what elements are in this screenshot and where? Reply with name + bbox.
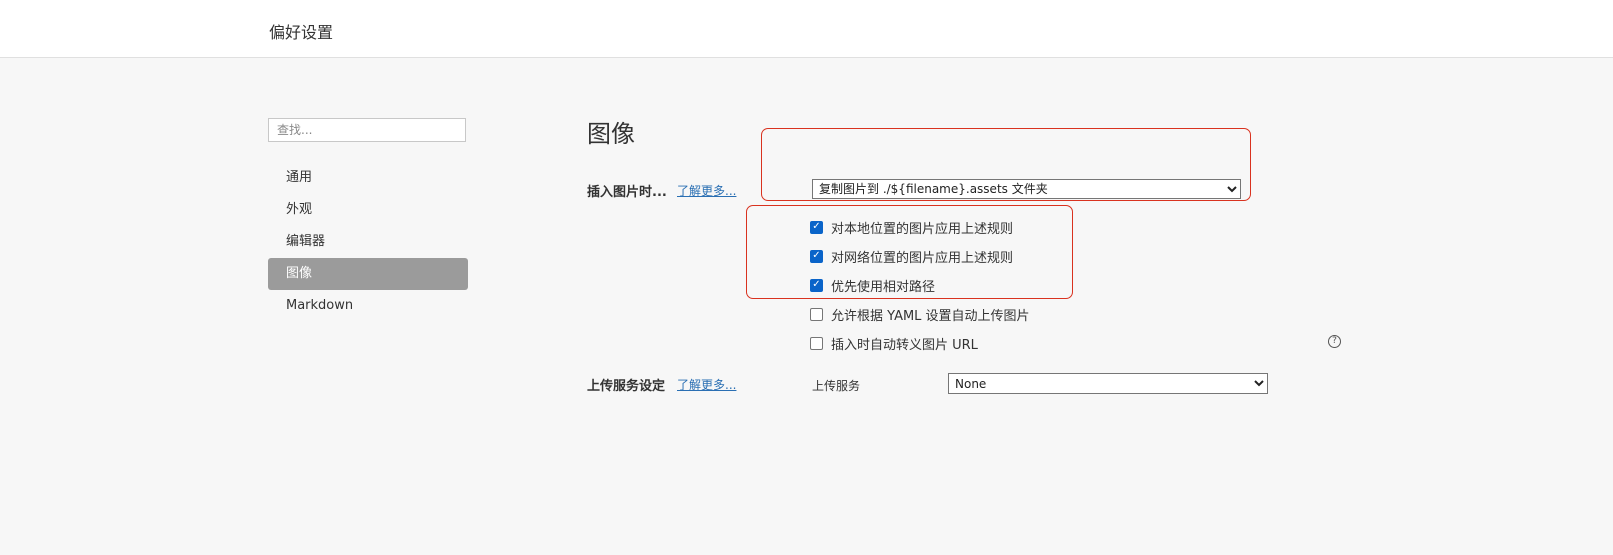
option-yaml-upload[interactable]: 允许根据 YAML 设置自动上传图片 — [810, 304, 1030, 324]
sidebar-item-editor[interactable]: 编辑器 — [268, 226, 468, 258]
checkbox-escape-url[interactable] — [810, 336, 823, 350]
option-label: 对网络位置的图片应用上述规则 — [831, 250, 1014, 266]
option-relative-path[interactable]: ✓ 优先使用相对路径 — [810, 275, 935, 295]
title-bar: 偏好设置 — [0, 0, 1613, 58]
option-local-images[interactable]: ✓ 对本地位置的图片应用上述规则 — [810, 217, 1013, 237]
sidebar-item-general[interactable]: 通用 — [268, 162, 468, 194]
checkbox-yaml-upload[interactable] — [810, 307, 823, 321]
option-label: 对本地位置的图片应用上述规则 — [831, 221, 1014, 237]
upload-service-section-label: 上传服务设定 — [587, 379, 666, 394]
sidebar-item-image[interactable]: 图像 — [268, 258, 468, 290]
checkbox-network-images[interactable]: ✓ — [810, 249, 823, 263]
search-input[interactable] — [268, 118, 466, 142]
insert-image-label: 插入图片时... — [587, 185, 667, 200]
sidebar-nav: 通用 外观 编辑器 图像 Markdown — [268, 162, 468, 322]
upload-service-select[interactable]: None — [948, 373, 1268, 394]
page-title: 图像 — [587, 120, 635, 148]
option-label: 插入时自动转义图片 URL — [831, 337, 978, 353]
checkbox-relative-path[interactable]: ✓ — [810, 278, 823, 292]
option-network-images[interactable]: ✓ 对网络位置的图片应用上述规则 — [810, 246, 1013, 266]
upload-service-label: 上传服务 — [812, 379, 861, 393]
checkbox-local-images[interactable]: ✓ — [810, 220, 823, 234]
option-label: 优先使用相对路径 — [831, 279, 936, 295]
sidebar-item-markdown[interactable]: Markdown — [268, 290, 468, 322]
sidebar-item-appearance[interactable]: 外观 — [268, 194, 468, 226]
insert-learn-more-link[interactable]: 了解更多... — [677, 182, 736, 199]
insert-action-select[interactable]: 复制图片到 ./${filename}.assets 文件夹 — [812, 179, 1241, 199]
option-label: 允许根据 YAML 设置自动上传图片 — [831, 308, 1030, 324]
option-escape-url[interactable]: 插入时自动转义图片 URL — [810, 333, 978, 353]
question-circle-icon[interactable]: ? — [1328, 335, 1341, 348]
window-title: 偏好设置 — [269, 23, 334, 42]
upload-learn-more-link[interactable]: 了解更多... — [677, 376, 736, 393]
